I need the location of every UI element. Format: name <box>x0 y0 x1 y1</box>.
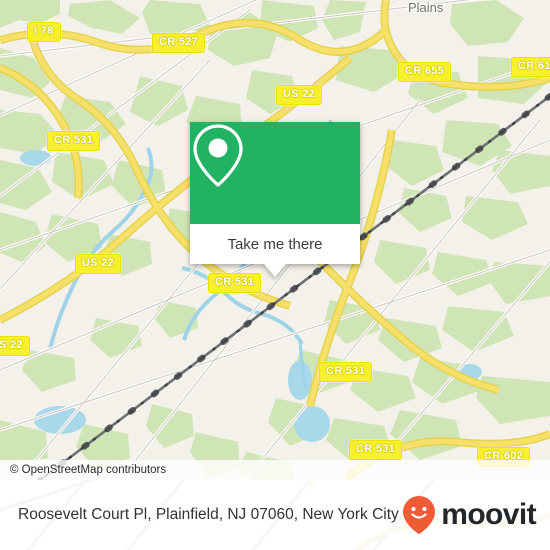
road-shield: CR 655 <box>398 62 452 82</box>
map-screenshot: I 78 CR 527 CR 655 CR 610 US 22 CR 531 US 22 CR… <box>0 0 550 550</box>
popup-pointer <box>264 264 286 277</box>
road-shield: CR 531 <box>47 131 101 151</box>
take-me-there-button[interactable]: Take me there <box>190 224 360 264</box>
footer-content: Roosevelt Court Pl, Plainfield, NJ 07060… <box>0 480 550 550</box>
road-shield: US 22 <box>75 254 122 274</box>
footer-bar: Roosevelt Court Pl, Plainfield, NJ 07060… <box>0 480 550 550</box>
address-text: Roosevelt Court Pl, Plainfield, NJ 07060… <box>18 505 399 523</box>
road-shield: CR 531 <box>319 362 373 382</box>
moovit-pin-icon <box>403 496 436 534</box>
map-canvas[interactable]: I 78 CR 527 CR 655 CR 610 US 22 CR 531 US 22 CR… <box>0 0 550 480</box>
road-shield: US 22 <box>276 85 323 105</box>
road-shield: CR 527 <box>152 33 206 53</box>
osm-attribution[interactable]: © OpenStreetMap contributors <box>0 460 550 480</box>
road-shield: S 22 <box>0 336 30 356</box>
location-popup[interactable]: Take me there <box>190 122 360 277</box>
place-label: Plains <box>408 0 444 15</box>
take-me-there-label: Take me there <box>227 235 323 253</box>
popup-header <box>190 122 360 224</box>
road-shield: CR 531 <box>349 440 403 460</box>
attribution-text: © OpenStreetMap contributors <box>10 464 167 476</box>
moovit-wordmark: moovit <box>441 498 536 531</box>
location-pin-icon <box>193 124 243 187</box>
road-shield: CR 531 <box>208 273 262 293</box>
road-shield: I 78 <box>27 22 61 42</box>
road-shield: CR 610 <box>511 57 550 77</box>
moovit-logo[interactable]: moovit <box>402 495 537 535</box>
